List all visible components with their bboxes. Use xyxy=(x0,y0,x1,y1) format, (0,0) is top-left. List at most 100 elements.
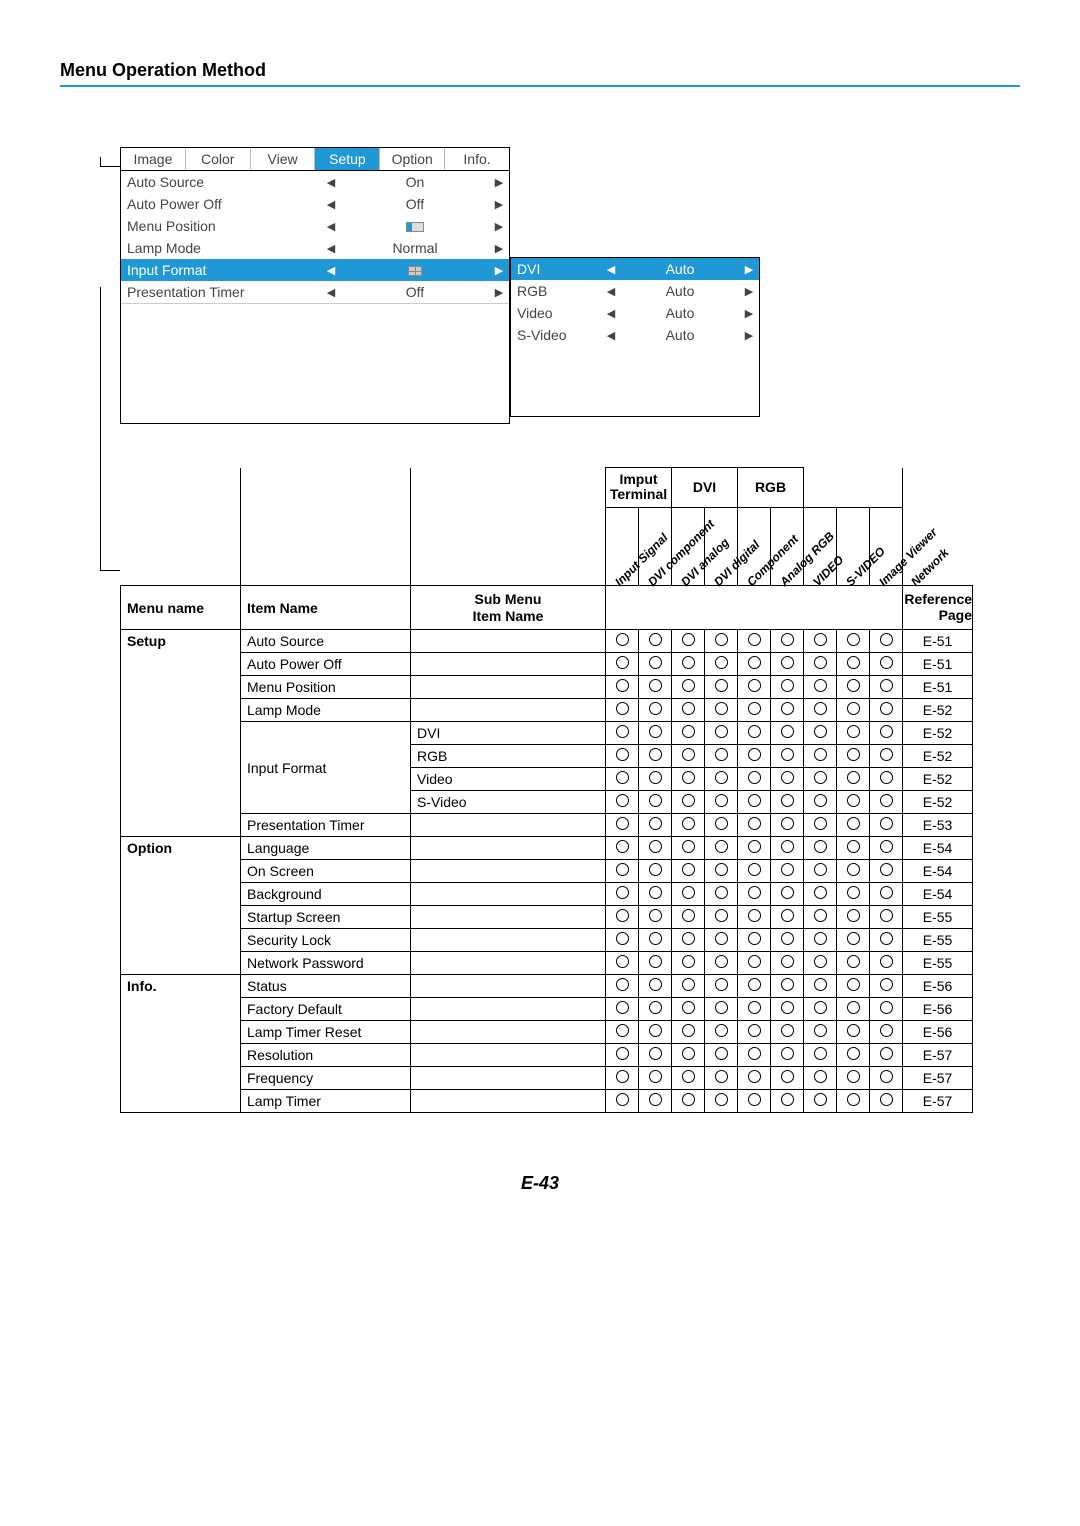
arrow-right-icon[interactable]: ▶ xyxy=(489,220,509,233)
circle-icon xyxy=(682,679,695,692)
mark-cell xyxy=(672,745,705,768)
osd-tab-view[interactable]: View xyxy=(251,148,316,170)
arrow-right-icon[interactable]: ▶ xyxy=(739,307,759,320)
circle-icon xyxy=(847,886,860,899)
mark-cell xyxy=(738,630,771,653)
mark-cell xyxy=(837,791,870,814)
circle-icon xyxy=(748,748,761,761)
arrow-right-icon[interactable]: ▶ xyxy=(739,329,759,342)
circle-icon xyxy=(748,702,761,715)
arrow-left-icon[interactable]: ◀ xyxy=(601,263,621,276)
arrow-right-icon[interactable]: ▶ xyxy=(489,198,509,211)
circle-icon xyxy=(616,771,629,784)
osd-row-value: Normal xyxy=(341,240,489,256)
mark-cell xyxy=(837,676,870,699)
arrow-left-icon[interactable]: ◀ xyxy=(601,329,621,342)
mark-cell xyxy=(837,975,870,998)
mark-cell xyxy=(837,883,870,906)
table-row: Lamp ModeE-52 xyxy=(121,699,1021,722)
osd-sub-row-s-video[interactable]: S-Video◀Auto▶ xyxy=(511,324,759,346)
osd-row-menu-position[interactable]: Menu Position◀▶ xyxy=(121,215,509,237)
item-name-cell: Menu Position xyxy=(241,676,411,699)
osd-sub-empty-area xyxy=(511,346,759,416)
circle-icon xyxy=(880,679,893,692)
mark-cell xyxy=(606,653,639,676)
menu-name-cell: Option xyxy=(121,837,241,975)
arrow-left-icon[interactable]: ◀ xyxy=(321,242,341,255)
ref-page-cell: E-54 xyxy=(903,837,973,860)
arrow-left-icon[interactable]: ◀ xyxy=(321,220,341,233)
circle-icon xyxy=(682,1024,695,1037)
arrow-left-icon[interactable]: ◀ xyxy=(601,285,621,298)
mark-cell xyxy=(771,676,804,699)
osd-row-input-format[interactable]: Input Format◀▶ xyxy=(121,259,509,281)
mark-cell xyxy=(870,1044,903,1067)
circle-icon xyxy=(715,702,728,715)
arrow-right-icon[interactable]: ▶ xyxy=(489,176,509,189)
ref-page-cell: E-52 xyxy=(903,768,973,791)
circle-icon xyxy=(715,771,728,784)
circle-icon xyxy=(880,748,893,761)
arrow-left-icon[interactable]: ◀ xyxy=(321,176,341,189)
item-name-cell: Network Password xyxy=(241,952,411,975)
table-row: Presentation TimerE-53 xyxy=(121,814,1021,837)
arrow-left-icon[interactable]: ◀ xyxy=(321,198,341,211)
mark-cell xyxy=(804,883,837,906)
osd-sub-row-dvi[interactable]: DVI◀Auto▶ xyxy=(511,258,759,280)
mark-cell xyxy=(705,975,738,998)
osd-row-auto-source[interactable]: Auto Source◀On▶ xyxy=(121,171,509,193)
mark-cell xyxy=(837,630,870,653)
ref-page-cell: E-51 xyxy=(903,653,973,676)
circle-icon xyxy=(880,1070,893,1083)
osd-tab-color[interactable]: Color xyxy=(186,148,251,170)
circle-icon xyxy=(781,1047,794,1060)
mark-cell xyxy=(606,722,639,745)
mark-cell xyxy=(606,1044,639,1067)
osd-row-lamp-mode[interactable]: Lamp Mode◀Normal▶ xyxy=(121,237,509,259)
arrow-left-icon[interactable]: ◀ xyxy=(321,286,341,299)
arrow-left-icon[interactable]: ◀ xyxy=(321,264,341,277)
circle-icon xyxy=(748,932,761,945)
circle-icon xyxy=(682,633,695,646)
mark-cell xyxy=(738,929,771,952)
sub-menu-cell xyxy=(411,1021,606,1044)
arrow-right-icon[interactable]: ▶ xyxy=(739,263,759,276)
mark-cell xyxy=(738,791,771,814)
mark-cell xyxy=(771,975,804,998)
arrow-left-icon[interactable]: ◀ xyxy=(601,307,621,320)
osd-tab-info[interactable]: Info. xyxy=(445,148,509,170)
circle-icon xyxy=(649,817,662,830)
circle-icon xyxy=(880,633,893,646)
mark-cell xyxy=(870,630,903,653)
circle-icon xyxy=(814,1024,827,1037)
circle-icon xyxy=(682,794,695,807)
arrow-right-icon[interactable]: ▶ xyxy=(489,264,509,277)
osd-tab-setup[interactable]: Setup xyxy=(315,148,380,170)
osd-tab-option[interactable]: Option xyxy=(380,148,445,170)
mark-cell xyxy=(606,860,639,883)
item-name-cell: Auto Source xyxy=(241,630,411,653)
mark-cell xyxy=(672,791,705,814)
arrow-right-icon[interactable]: ▶ xyxy=(489,242,509,255)
circle-icon xyxy=(781,794,794,807)
circle-icon xyxy=(748,978,761,991)
sub-menu-cell xyxy=(411,676,606,699)
reference-table: Imput Terminal DVI RGB Input SignalDVI c… xyxy=(120,467,1020,1113)
arrow-right-icon[interactable]: ▶ xyxy=(489,286,509,299)
table-row: BackgroundE-54 xyxy=(121,883,1021,906)
circle-icon xyxy=(682,748,695,761)
osd-sub-label: DVI xyxy=(511,261,601,277)
mark-cell xyxy=(804,837,837,860)
osd-row-presentation-timer[interactable]: Presentation Timer◀Off▶ xyxy=(121,281,509,303)
osd-sub-row-video[interactable]: Video◀Auto▶ xyxy=(511,302,759,324)
arrow-right-icon[interactable]: ▶ xyxy=(739,285,759,298)
osd-sub-row-rgb[interactable]: RGB◀Auto▶ xyxy=(511,280,759,302)
osd-row-auto-power-off[interactable]: Auto Power Off◀Off▶ xyxy=(121,193,509,215)
mark-cell xyxy=(705,722,738,745)
osd-submenu-window: DVI◀Auto▶RGB◀Auto▶Video◀Auto▶S-Video◀Aut… xyxy=(510,257,760,417)
circle-icon xyxy=(682,840,695,853)
osd-tab-image[interactable]: Image xyxy=(121,148,186,170)
sub-menu-cell: RGB xyxy=(411,745,606,768)
mark-cell xyxy=(837,860,870,883)
circle-icon xyxy=(649,702,662,715)
